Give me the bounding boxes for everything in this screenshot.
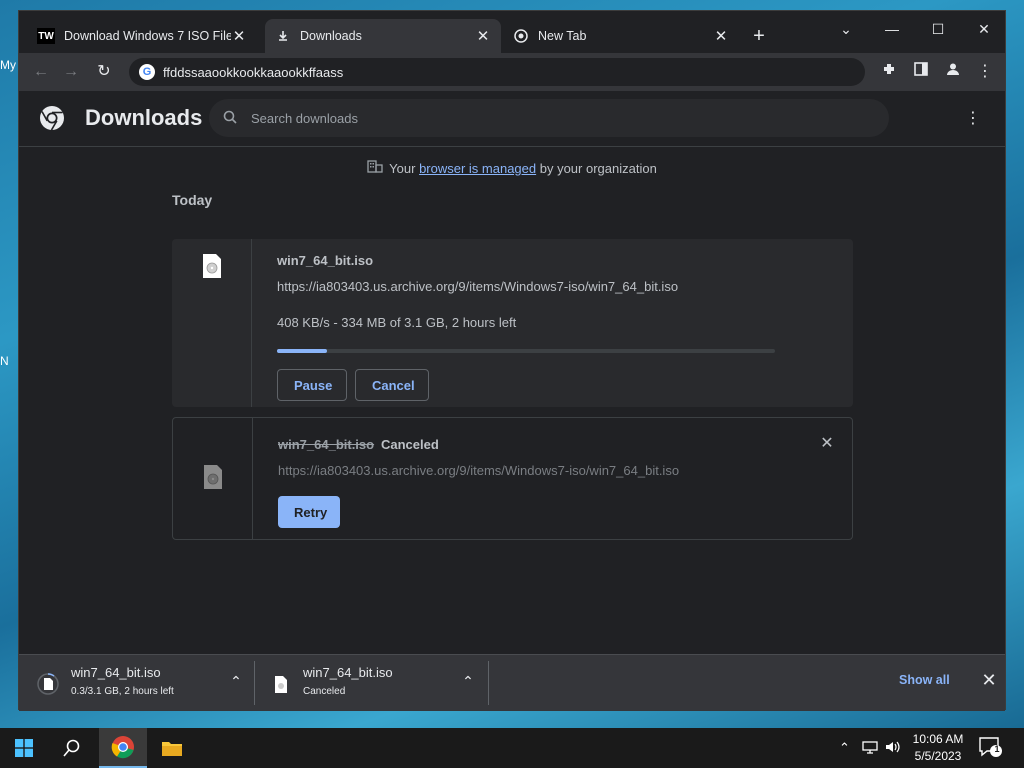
remove-from-list-icon[interactable]: ✕ <box>819 436 835 452</box>
search-input[interactable] <box>251 110 851 126</box>
shelf-filename: win7_64_bit.iso <box>303 665 393 680</box>
new-tab-button[interactable]: + <box>747 25 771 49</box>
file-explorer-taskbar-button[interactable] <box>148 728 196 768</box>
disc-file-icon <box>203 254 221 278</box>
tab-new-tab[interactable]: New Tab ✕ <box>503 19 739 53</box>
clock-date: 5/5/2023 <box>914 749 962 763</box>
progress-fill <box>277 349 327 353</box>
tab-close-icon[interactable]: ✕ <box>231 27 247 45</box>
shelf-item-active[interactable]: win7_64_bit.iso 0.3/3.1 GB, 2 hours left… <box>23 661 255 705</box>
notification-count: 1 <box>994 744 1000 754</box>
chrome-icon <box>111 736 134 759</box>
address-bar[interactable]: G ffddssaaookkookkaaookkffaass <box>129 58 865 86</box>
download-filename[interactable]: win7_64_bit.iso <box>277 253 373 268</box>
download-progress-ring-icon <box>37 673 59 695</box>
shelf-item-canceled[interactable]: win7_64_bit.iso Canceled ⌃ <box>255 661 489 705</box>
windows-logo-icon <box>15 739 33 757</box>
tab-close-icon[interactable]: ✕ <box>713 27 729 45</box>
browser-window: TW Download Windows 7 ISO File - L ✕ Dow… <box>18 10 1006 711</box>
download-icon <box>275 28 291 44</box>
download-url[interactable]: https://ia803403.us.archive.org/9/items/… <box>277 279 678 294</box>
close-window-button[interactable]: ✕ <box>961 15 1007 43</box>
clock[interactable]: 10:06 AM 5/5/2023 <box>905 731 971 765</box>
retry-button[interactable]: Retry <box>278 496 340 528</box>
disc-file-icon <box>204 465 222 489</box>
maximize-button[interactable]: ☐ <box>915 15 961 43</box>
shelf-status: Canceled <box>303 686 346 697</box>
show-all-link[interactable]: Show all <box>899 673 950 687</box>
network-icon[interactable] <box>862 740 878 757</box>
page-title: Downloads <box>85 105 203 130</box>
address-bar-value: ffddssaaookkookkaaookkffaass <box>163 64 344 80</box>
search-downloads-box[interactable] <box>209 99 889 137</box>
cancel-button[interactable]: Cancel <box>355 369 429 401</box>
clock-time: 10:06 AM <box>912 732 964 746</box>
reload-button[interactable]: ↻ <box>92 60 116 84</box>
download-filename: win7_64_bit.iso <box>278 437 375 452</box>
profile-icon[interactable] <box>941 60 965 84</box>
chevron-up-icon[interactable]: ⌃ <box>459 673 477 691</box>
chrome-favicon-icon <box>513 28 529 44</box>
managed-suffix: by your organization <box>536 161 657 176</box>
download-status: 408 KB/s - 334 MB of 3.1 GB, 2 hours lef… <box>277 315 517 330</box>
section-date: Today <box>172 192 213 208</box>
chrome-logo-icon <box>40 106 64 131</box>
desktop-icon-label[interactable]: My <box>0 58 18 72</box>
google-icon: G <box>139 64 155 80</box>
file-icon-column <box>172 239 252 407</box>
tab-downloads[interactable]: Downloads ✕ <box>265 19 501 53</box>
browser-toolbar: ← → ↻ G ffddssaaookkookkaaookkffaass ⋮ <box>19 53 1005 91</box>
search-taskbar-button[interactable] <box>48 728 96 768</box>
search-icon <box>63 739 80 757</box>
canceled-status: Canceled <box>381 437 439 452</box>
tab-close-icon[interactable]: ✕ <box>475 27 491 45</box>
volume-icon[interactable] <box>885 740 901 757</box>
tab-label: New Tab <box>538 29 587 43</box>
download-item-active: win7_64_bit.iso https://ia803403.us.arch… <box>172 239 853 407</box>
forward-button[interactable]: → <box>59 60 83 84</box>
shelf-status: 0.3/3.1 GB, 2 hours left <box>71 686 174 697</box>
file-icon <box>275 676 287 693</box>
chrome-taskbar-button[interactable] <box>99 728 147 768</box>
browser-menu-icon[interactable]: ⋮ <box>973 60 997 84</box>
tab-download-windows7[interactable]: TW Download Windows 7 ISO File - L ✕ <box>27 19 257 53</box>
back-button[interactable]: ← <box>29 60 53 84</box>
file-icon-column <box>173 418 253 539</box>
downloads-header: Downloads ⋮ <box>19 91 1005 147</box>
tab-search-chevron-icon[interactable]: ⌄ <box>823 15 869 43</box>
managed-prefix: Your <box>389 161 420 176</box>
tab-label: Download Windows 7 ISO File - L <box>64 29 231 43</box>
tw-favicon-icon: TW <box>37 28 55 44</box>
search-icon <box>223 110 237 127</box>
chevron-up-icon[interactable]: ⌃ <box>227 673 245 691</box>
tab-strip: TW Download Windows 7 ISO File - L ✕ Dow… <box>19 11 1005 53</box>
folder-icon <box>162 742 182 756</box>
download-url[interactable]: https://ia803403.us.archive.org/9/items/… <box>278 463 679 478</box>
downloads-page: Downloads ⋮ Your browser is managed by y… <box>19 91 1005 654</box>
side-panel-icon[interactable] <box>909 60 933 84</box>
taskbar: ⌃ 10:06 AM 5/5/2023 1 <box>0 728 1024 768</box>
shelf-filename: win7_64_bit.iso <box>71 665 161 680</box>
download-item-canceled: win7_64_bit.iso Canceled ✕ https://ia803… <box>172 417 853 540</box>
download-progress-bar <box>277 349 775 353</box>
download-shelf: win7_64_bit.iso 0.3/3.1 GB, 2 hours left… <box>19 654 1005 711</box>
building-icon <box>367 159 383 176</box>
tab-label: Downloads <box>300 29 362 43</box>
managed-link[interactable]: browser is managed <box>419 161 536 176</box>
managed-notice: Your browser is managed by your organiza… <box>19 159 1005 176</box>
minimize-button[interactable]: — <box>869 15 915 43</box>
pause-button[interactable]: Pause <box>277 369 347 401</box>
start-button[interactable] <box>0 728 48 768</box>
extensions-icon[interactable] <box>877 60 901 84</box>
notification-center-button[interactable]: 1 <box>978 736 1006 762</box>
desktop-icon-label[interactable]: N <box>0 354 18 368</box>
show-hidden-icons-chevron-icon[interactable]: ⌃ <box>839 740 850 756</box>
more-actions-icon[interactable]: ⋮ <box>963 109 983 129</box>
close-shelf-icon[interactable]: ✕ <box>979 670 999 690</box>
